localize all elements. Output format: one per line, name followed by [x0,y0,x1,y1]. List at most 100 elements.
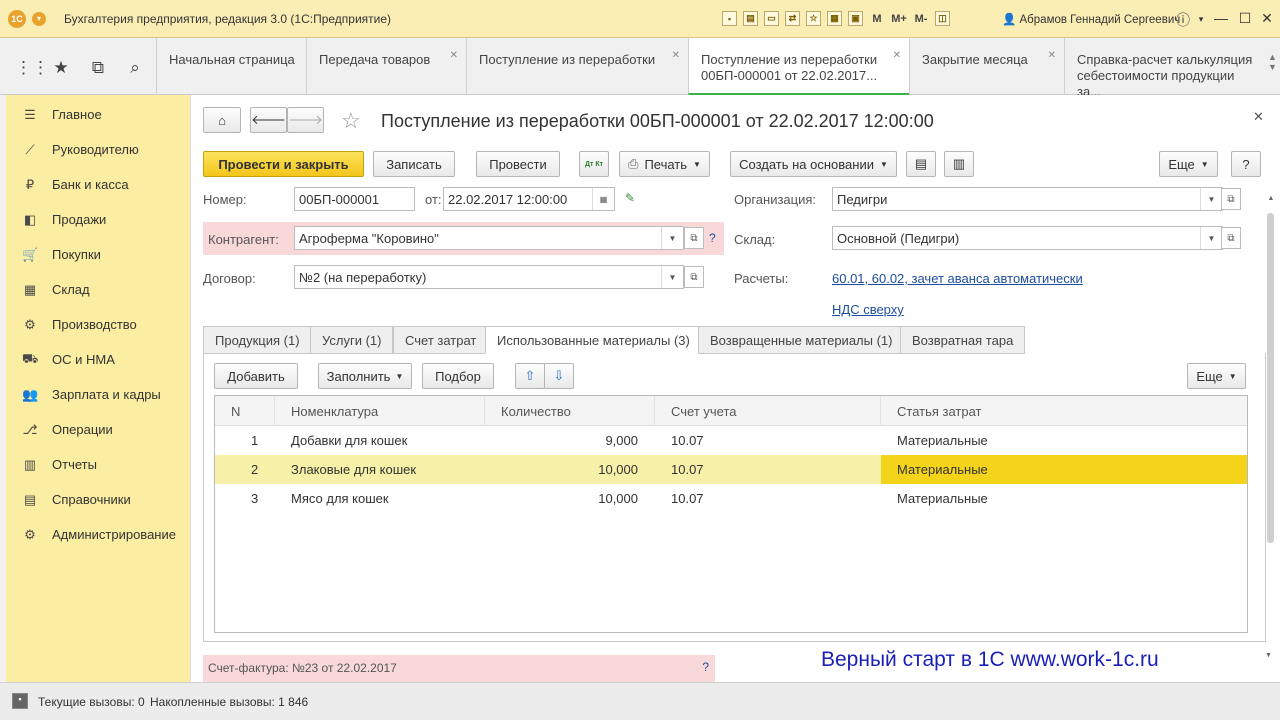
invoice-text[interactable]: Счет-фактура: №23 от 22.02.2017 [208,661,397,675]
calendar-icon[interactable]: ▦ [592,188,614,210]
tabs-scroll-icon[interactable]: ▲ ▼ [1268,52,1277,72]
maximize-icon[interactable]: ☐ [1237,10,1253,27]
sidebar-item-bank[interactable]: ₽ Банк и касса [6,167,191,202]
sidebar-item-director[interactable]: ⟋ Руководителю [6,132,191,167]
tab-home[interactable]: Начальная страница [156,38,306,95]
column-header-account[interactable]: Счет учета [655,396,881,426]
open-warehouse-icon[interactable]: ⧉ [1221,227,1241,249]
tab-used-materials[interactable]: Использованные материалы (3) [485,326,702,354]
tab-returnable-packaging[interactable]: Возвратная тара [900,326,1026,354]
column-header-item[interactable]: Номенклатура [275,396,485,426]
move-up-icon[interactable]: ⇧ [515,363,545,389]
print-icon[interactable]: ▤ [743,11,758,26]
post-button[interactable]: Провести [476,151,560,177]
open-organization-icon[interactable]: ⧉ [1221,188,1241,210]
sidebar-item-warehouse[interactable]: ▦ Склад [6,272,191,307]
tab-services[interactable]: Услуги (1) [310,326,394,354]
tab-goods-transfer[interactable]: Передача товаров ✕ [306,38,466,95]
pick-button[interactable]: Подбор [422,363,494,389]
column-header-qty[interactable]: Количество [485,396,655,426]
tab-month-close[interactable]: Закрытие месяца ✕ [909,38,1064,95]
post-and-close-button[interactable]: Провести и закрыть [203,151,364,177]
tab-returned-materials[interactable]: Возвращенные материалы (1) [698,326,905,354]
tab-cost-calculation[interactable]: Справка-расчет калькуляция себестоимости… [1064,38,1268,99]
sidebar-item-operations[interactable]: ⎇ Операции [6,412,191,447]
scroll-up-icon[interactable]: ▲ [1265,195,1277,202]
favorites-star-icon[interactable]: ★ [51,58,71,78]
help-button[interactable]: ? [1231,151,1261,177]
calendar-icon[interactable]: ▣ [848,11,863,26]
move-down-icon[interactable]: ⇩ [544,363,574,389]
table-row-selected[interactable]: 2 Злаковые для кошек 10,000 10.07 Матери… [215,455,1247,484]
chevron-down-icon[interactable]: ▼ [661,227,683,249]
sidebar-item-sales[interactable]: ◧ Продажи [6,202,191,237]
scroll-down-icon[interactable]: ▼ [1265,652,1272,659]
table-row[interactable]: 1 Добавки для кошек 9,000 10.07 Материал… [215,426,1247,455]
close-icon[interactable]: ✕ [672,48,680,64]
info-icon[interactable]: ⓘ [1175,10,1191,30]
table-row[interactable]: 3 Мясо для кошек 10,000 10.07 Материальн… [215,484,1247,513]
form-scrollbar[interactable]: ▲ ▼ [1265,195,1277,675]
chevron-down-icon[interactable]: ▼ [661,266,683,288]
table-more-button[interactable]: Еще ▼ [1187,363,1246,389]
column-header-n[interactable]: N [215,396,275,426]
sidebar-item-salary[interactable]: 👥 Зарплата и кадры [6,377,191,412]
close-icon[interactable]: ✕ [893,48,901,64]
more-button[interactable]: Еще ▼ [1159,151,1218,177]
memory-plus-button[interactable]: M+ [891,13,907,25]
favorite-star-icon[interactable]: ☆ [341,108,361,134]
save-icon[interactable]: ▪ [722,11,737,26]
warehouse-field[interactable]: Основной (Педигри) ▼ [832,226,1223,250]
contract-field[interactable]: №2 (на переработку) ▼ [294,265,684,289]
minimize-icon[interactable]: — [1213,10,1229,26]
tab-cost-account[interactable]: Счет затрат [393,326,489,354]
save-button[interactable]: Записать [373,151,455,177]
main-menu-icon[interactable]: ▾ [32,11,46,26]
close-icon[interactable]: ✕ [1048,48,1056,64]
performance-icon[interactable]: ▪ [12,693,28,709]
sidebar-item-main[interactable]: ☰ Главное [6,97,191,132]
chevron-down-icon[interactable]: ▼ [1200,227,1222,249]
sidebar-item-purchases[interactable]: 🛒 Покупки [6,237,191,272]
number-field[interactable]: 00БП-000001 [294,187,415,211]
preview-icon[interactable]: ▭ [764,11,779,26]
memory-m-button[interactable]: M [869,13,885,25]
chevron-down-icon[interactable]: ▾ [1193,14,1209,25]
print-button[interactable]: ⎙ Печать ▼ [619,151,710,177]
history-icon[interactable]: ⧉ [88,58,108,78]
dt-kt-button[interactable]: Дт Кт [579,151,609,177]
sidebar-item-production[interactable]: ⚙ Производство [6,307,191,342]
panels-icon[interactable]: ◫ [935,11,950,26]
tab-products[interactable]: Продукция (1) [203,326,312,354]
close-form-icon[interactable]: ✕ [1253,109,1264,125]
tab-receipt-processing[interactable]: Поступление из переработки ✕ [466,38,688,95]
date-field[interactable]: 22.02.2017 12:00:00 ▦ [443,187,615,211]
close-icon[interactable]: ✕ [450,48,458,64]
contractor-field[interactable]: Агроферма "Коровино" ▼ [294,226,684,250]
home-button[interactable]: ⌂ [203,107,241,133]
memory-minus-button[interactable]: M- [913,13,929,25]
fill-button[interactable]: Заполнить ▼ [318,363,412,389]
create-based-on-button[interactable]: Создать на основании ▼ [730,151,897,177]
organization-field[interactable]: Педигри ▼ [832,187,1223,211]
calculator-icon[interactable]: ▦ [827,11,842,26]
sidebar-item-reports[interactable]: ▥ Отчеты [6,447,191,482]
journal-icon[interactable]: ▥ [944,151,974,177]
document-report-icon[interactable]: ▤ [906,151,936,177]
link-icon[interactable]: ⇄ [785,11,800,26]
vat-link[interactable]: НДС сверху [832,302,904,317]
chevron-down-icon[interactable]: ▼ [1200,188,1222,210]
sidebar-item-admin[interactable]: ⚙ Администрирование [6,517,191,552]
sidebar-item-directories[interactable]: ▤ Справочники [6,482,191,517]
search-icon[interactable]: ⌕ [125,58,145,78]
open-contract-icon[interactable]: ⧉ [684,266,704,288]
invoice-help-icon[interactable]: ? [702,660,709,674]
user-name[interactable]: 👤 Абрамов Геннадий Сергеевич [1002,12,1180,26]
favorite-icon[interactable]: ☆ [806,11,821,26]
forward-button[interactable]: 🡒 [287,107,324,133]
number-edit-icon[interactable]: ✎ [625,191,635,205]
open-contractor-icon[interactable]: ⧉ [684,227,704,249]
scroll-thumb[interactable] [1267,213,1274,543]
close-window-icon[interactable]: ✕ [1259,10,1275,27]
column-header-cost[interactable]: Статья затрат [881,396,1247,426]
